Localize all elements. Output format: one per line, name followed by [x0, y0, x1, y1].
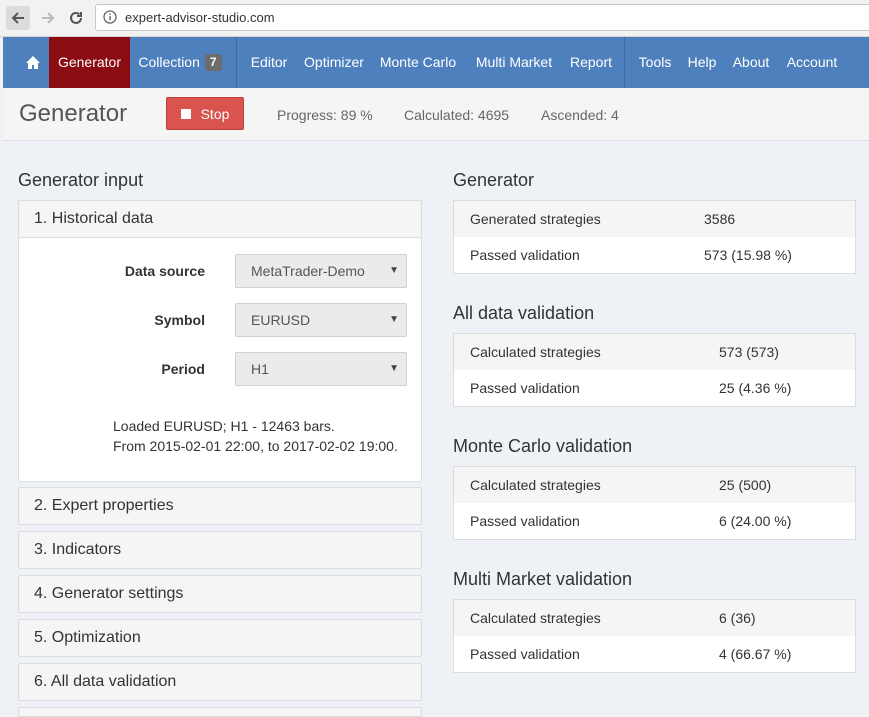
loaded-info-line1: Loaded EURUSD; H1 - 12463 bars.	[113, 418, 335, 434]
historical-data-body: Data source MetaTrader-Demo ▼ Symbol EUR…	[18, 238, 422, 482]
panel-indicators[interactable]: 3. Indicators	[18, 531, 422, 569]
period-select[interactable]: H1 ▼	[235, 352, 407, 386]
arrow-left-icon	[11, 12, 24, 24]
panel-generator-settings[interactable]: 4. Generator settings	[18, 575, 422, 613]
table-row: Passed validation 25 (4.36 %)	[454, 370, 855, 406]
nav-divider	[236, 37, 237, 88]
chevron-down-icon: ▼	[389, 363, 399, 374]
symbol-label: Symbol	[154, 312, 205, 328]
reload-icon	[70, 11, 82, 24]
row-label: Passed validation	[470, 646, 580, 662]
data-source-value: MetaTrader-Demo	[251, 263, 365, 279]
stop-button-label: Stop	[200, 105, 230, 122]
row-label: Calculated strategies	[470, 610, 601, 626]
url-text: expert-advisor-studio.com	[125, 10, 275, 25]
collection-count-badge: 7	[204, 54, 222, 71]
row-label: Calculated strategies	[470, 477, 601, 493]
data-source-select[interactable]: MetaTrader-Demo ▼	[235, 254, 407, 288]
forward-button[interactable]	[36, 6, 60, 30]
generator-input-heading: Generator input	[18, 170, 144, 190]
table-row: Generated strategies 3586	[454, 201, 855, 237]
nav-editor[interactable]: Editor	[242, 37, 296, 88]
ascended-text: Ascended: 4	[541, 107, 619, 123]
progress-text: Progress: 89 %	[277, 107, 373, 123]
period-value: H1	[251, 361, 269, 377]
browser-toolbar: expert-advisor-studio.com	[0, 0, 869, 37]
row-label: Passed validation	[470, 513, 580, 529]
nav-report[interactable]: Report	[563, 37, 619, 88]
row-value: 6 (24.00 %)	[719, 513, 792, 529]
stop-button[interactable]: Stop	[166, 97, 244, 130]
generator-results-heading: Generator	[453, 170, 535, 190]
generator-results-table: Generated strategies 3586 Passed validat…	[453, 200, 856, 274]
reload-button[interactable]	[64, 6, 88, 30]
nav-tools[interactable]: Tools	[633, 37, 677, 88]
panel-all-data-validation[interactable]: 6. All data validation	[18, 663, 422, 701]
period-label: Period	[161, 361, 205, 377]
page-title: Generator	[19, 100, 128, 127]
nav-monte-carlo[interactable]: Monte Carlo	[375, 37, 461, 88]
table-row: Passed validation 6 (24.00 %)	[454, 503, 855, 539]
multi-market-validation-heading: Multi Market validation	[453, 569, 633, 589]
row-value: 3586	[704, 211, 736, 227]
row-value: 573 (573)	[719, 344, 779, 360]
nav-optimizer[interactable]: Optimizer	[297, 37, 371, 88]
nav-divider	[624, 37, 625, 88]
data-source-label: Data source	[124, 263, 205, 279]
all-data-validation-table: Calculated strategies 573 (573) Passed v…	[453, 333, 856, 407]
table-row: Passed validation 573 (15.98 %)	[454, 237, 855, 273]
row-label: Passed validation	[470, 247, 580, 263]
chevron-down-icon: ▼	[389, 314, 399, 325]
generator-status-bar: Generator Stop Progress: 89 % Calculated…	[3, 88, 869, 141]
row-label: Passed validation	[470, 380, 580, 396]
multi-market-validation-table: Calculated strategies 6 (36) Passed vali…	[453, 599, 856, 673]
row-value: 6 (36)	[719, 610, 756, 626]
arrow-right-icon	[42, 12, 55, 24]
row-label: Calculated strategies	[470, 344, 601, 360]
row-value: 25 (500)	[719, 477, 772, 493]
panel-optimization[interactable]: 5. Optimization	[18, 619, 422, 657]
table-row: Passed validation 4 (66.67 %)	[454, 636, 855, 672]
chevron-down-icon: ▼	[389, 265, 399, 276]
nav-collection[interactable]: Collection 7	[130, 37, 230, 88]
calculated-text: Calculated: 4695	[404, 107, 510, 123]
panel-expert-properties[interactable]: 2. Expert properties	[18, 487, 422, 525]
loaded-info-line2: From 2015-02-01 22:00, to 2017-02-02 19:…	[113, 438, 398, 454]
monte-carlo-validation-table: Calculated strategies 25 (500) Passed va…	[453, 466, 856, 540]
row-value: 25 (4.36 %)	[719, 380, 792, 396]
row-label: Generated strategies	[470, 211, 601, 227]
monte-carlo-validation-heading: Monte Carlo validation	[453, 436, 633, 456]
nav-generator[interactable]: Generator	[49, 37, 130, 88]
all-data-validation-heading: All data validation	[453, 303, 595, 323]
home-icon	[26, 56, 40, 69]
main-navbar: Generator Collection 7 Editor Optimizer M…	[3, 37, 869, 88]
table-row: Calculated strategies 6 (36)	[454, 600, 855, 636]
row-value: 4 (66.67 %)	[719, 646, 792, 662]
symbol-select[interactable]: EURUSD ▼	[235, 303, 407, 337]
table-row: Calculated strategies 573 (573)	[454, 334, 855, 370]
symbol-value: EURUSD	[251, 312, 311, 328]
panel-historical-data[interactable]: 1. Historical data	[18, 200, 422, 238]
home-button[interactable]	[16, 37, 50, 88]
nav-account[interactable]: Account	[781, 37, 843, 88]
table-row: Calculated strategies 25 (500)	[454, 467, 855, 503]
info-icon	[103, 10, 117, 29]
nav-multi-market[interactable]: Multi Market	[469, 37, 559, 88]
nav-about[interactable]: About	[727, 37, 775, 88]
address-bar[interactable]: expert-advisor-studio.com	[95, 4, 869, 31]
row-value: 573 (15.98 %)	[704, 247, 792, 263]
panel-next-partial[interactable]	[18, 707, 422, 717]
nav-collection-label: Collection	[138, 54, 200, 70]
back-button[interactable]	[6, 6, 30, 30]
stop-icon	[180, 108, 191, 119]
nav-help[interactable]: Help	[681, 37, 723, 88]
